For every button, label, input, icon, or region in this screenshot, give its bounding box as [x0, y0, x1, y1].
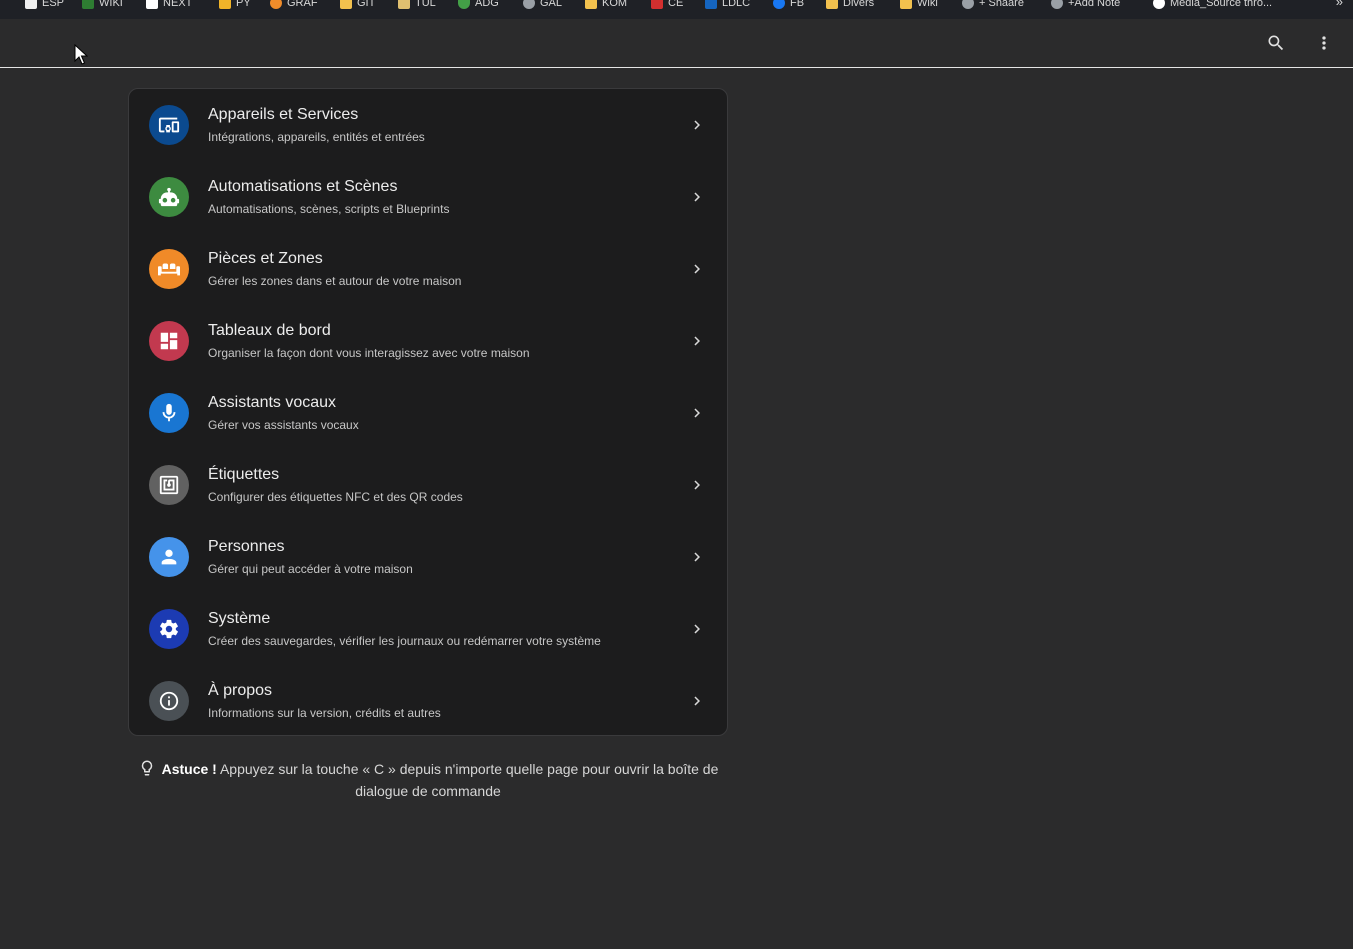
- bookmark-ce[interactable]: CE: [651, 0, 683, 12]
- menu-item-subtitle: Automatisations, scènes, scripts et Blue…: [208, 202, 450, 216]
- bookmark-divers[interactable]: Divers: [826, 0, 874, 12]
- menu-item-people[interactable]: Personnes Gérer qui peut accéder à votre…: [129, 521, 727, 593]
- bookmark-adg[interactable]: ADG: [458, 0, 499, 12]
- info-icon: [149, 681, 189, 721]
- menu-item-title: Automatisations et Scènes: [208, 178, 398, 195]
- cog-icon: [149, 609, 189, 649]
- facebook-icon: [773, 0, 785, 9]
- menu-item-subtitle: Gérer vos assistants vocaux: [208, 418, 359, 432]
- tip-label: Astuce !: [161, 761, 217, 777]
- menu-item-subtitle: Gérer qui peut accéder à votre maison: [208, 562, 413, 576]
- bookmark-fb[interactable]: FB: [773, 0, 804, 12]
- bookmark-tul[interactable]: TUL: [398, 0, 436, 12]
- menu-item-subtitle: Créer des sauvegardes, vérifier les jour…: [208, 634, 601, 648]
- chevron-right-icon: [688, 473, 706, 497]
- bookmark-add-note[interactable]: +Add Note: [1051, 0, 1120, 12]
- tip-text: Appuyez sur la touche « C » depuis n'imp…: [219, 761, 719, 799]
- ce-icon: [651, 0, 663, 9]
- tool-icon: [398, 0, 410, 9]
- bookmarks-overflow-icon[interactable]: »: [1336, 0, 1343, 9]
- bookmarks-bar: ESP WIKI NEXT PY GRAF GIT TUL ADG GAL KO…: [0, 0, 1353, 19]
- top-toolbar: [0, 19, 1353, 68]
- menu-item-voice-assistants[interactable]: Assistants vocaux Gérer vos assistants v…: [129, 377, 727, 449]
- bookmark-shaare[interactable]: + Shaare: [962, 0, 1024, 12]
- menu-item-title: Pièces et Zones: [208, 250, 323, 267]
- search-button[interactable]: [1264, 31, 1288, 55]
- menu-item-title: À propos: [208, 682, 273, 699]
- github-icon: [1153, 0, 1165, 9]
- chevron-right-icon: [688, 689, 706, 713]
- menu-item-title: Personnes: [208, 538, 285, 555]
- menu-item-subtitle: Intégrations, appareils, entités et entr…: [208, 130, 425, 144]
- menu-item-dashboards[interactable]: Tableaux de bord Organiser la façon dont…: [129, 305, 727, 377]
- menu-item-title: Étiquettes: [208, 466, 280, 483]
- page-icon: [146, 0, 158, 9]
- ldlc-icon: [705, 0, 717, 9]
- bookmark-ldlc[interactable]: LDLC: [705, 0, 750, 12]
- bookmark-py[interactable]: PY: [219, 0, 251, 12]
- bookmark-next[interactable]: NEXT: [146, 0, 192, 12]
- bookmark-kom[interactable]: KOM: [585, 0, 627, 12]
- bookmark-wiki-folder[interactable]: Wiki: [900, 0, 938, 12]
- devices-icon: [149, 105, 189, 145]
- chevron-right-icon: [688, 257, 706, 281]
- wiki-icon: [82, 0, 94, 9]
- microphone-icon: [149, 393, 189, 433]
- menu-item-subtitle: Gérer les zones dans et autour de votre …: [208, 274, 462, 288]
- folder-icon: [340, 0, 352, 9]
- bookmark-gal[interactable]: GAL: [523, 0, 562, 12]
- mouse-cursor-icon: [74, 44, 88, 65]
- globe-icon: [962, 0, 974, 9]
- folder-icon: [826, 0, 838, 9]
- settings-menu-card: Appareils et Services Intégrations, appa…: [128, 88, 728, 736]
- tip-message: Astuce ! Appuyez sur la touche « C » dep…: [128, 758, 728, 802]
- menu-item-system[interactable]: Système Créer des sauvegardes, vérifier …: [129, 593, 727, 665]
- page-icon: [25, 0, 37, 9]
- search-icon: [1268, 35, 1284, 51]
- bookmark-git[interactable]: GIT: [340, 0, 375, 12]
- menu-item-title: Appareils et Services: [208, 106, 359, 123]
- chevron-right-icon: [688, 329, 706, 353]
- menu-item-areas-zones[interactable]: Pièces et Zones Gérer les zones dans et …: [129, 233, 727, 305]
- menu-item-about[interactable]: À propos Informations sur la version, cr…: [129, 665, 727, 735]
- gear-icon: [270, 0, 282, 9]
- python-icon: [219, 0, 231, 9]
- bookmark-esp[interactable]: ESP: [25, 0, 64, 12]
- menu-item-devices-services[interactable]: Appareils et Services Intégrations, appa…: [129, 89, 727, 161]
- person-icon: [149, 537, 189, 577]
- dashboard-icon: [149, 321, 189, 361]
- lightbulb-icon: [141, 760, 152, 776]
- sofa-icon: [149, 249, 189, 289]
- menu-item-tags[interactable]: Étiquettes Configurer des étiquettes NFC…: [129, 449, 727, 521]
- bookmark-graf[interactable]: GRAF: [270, 0, 318, 12]
- globe-icon: [523, 0, 535, 9]
- chevron-right-icon: [688, 401, 706, 425]
- chevron-right-icon: [688, 545, 706, 569]
- bookmark-wiki[interactable]: WIKI: [82, 0, 123, 12]
- bookmark-media-source[interactable]: Media_Source thro...: [1153, 0, 1272, 12]
- menu-item-title: Système: [208, 610, 271, 627]
- menu-item-subtitle: Informations sur la version, crédits et …: [208, 706, 441, 720]
- chevron-right-icon: [688, 113, 706, 137]
- more-options-button[interactable]: [1312, 31, 1336, 55]
- more-vertical-icon: [1322, 36, 1326, 50]
- globe-icon: [1051, 0, 1063, 9]
- chevron-right-icon: [688, 185, 706, 209]
- menu-item-title: Assistants vocaux: [208, 394, 337, 411]
- folder-icon: [900, 0, 912, 9]
- menu-item-subtitle: Organiser la façon dont vous interagisse…: [208, 346, 530, 360]
- chevron-right-icon: [688, 617, 706, 641]
- nfc-icon: [149, 465, 189, 505]
- menu-item-subtitle: Configurer des étiquettes NFC et des QR …: [208, 490, 463, 504]
- menu-item-title: Tableaux de bord: [208, 322, 331, 339]
- robot-icon: [149, 177, 189, 217]
- menu-item-automations-scenes[interactable]: Automatisations et Scènes Automatisation…: [129, 161, 727, 233]
- shield-icon: [458, 0, 470, 9]
- folder-icon: [585, 0, 597, 9]
